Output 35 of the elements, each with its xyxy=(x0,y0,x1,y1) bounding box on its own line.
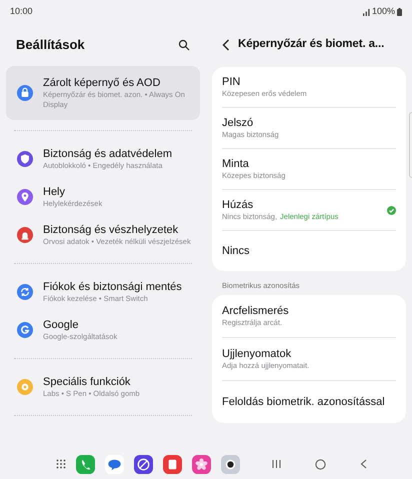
phone-app-icon[interactable] xyxy=(76,454,95,474)
item-title: Biztonság és vészhelyzetek xyxy=(43,223,180,237)
option-title: PIN xyxy=(222,75,242,89)
camera-app-icon[interactable] xyxy=(221,454,240,474)
option-title: Húzás xyxy=(222,198,254,212)
item-title: Google xyxy=(43,318,80,332)
option-title: Ujjlenyomatok xyxy=(222,347,292,362)
battery-icon xyxy=(397,8,402,16)
settings-title: Beállítások xyxy=(16,36,85,54)
home-icon[interactable] xyxy=(315,458,326,470)
back-icon[interactable] xyxy=(222,39,230,51)
option-title: Feloldás biometrik. azonosítással xyxy=(222,395,386,410)
signal-icon xyxy=(362,8,370,16)
search-icon[interactable] xyxy=(178,39,190,51)
option-title: Nincs xyxy=(222,244,250,258)
status-time: 10:00 xyxy=(10,5,33,18)
item-title: Fiókok és biztonsági mentés xyxy=(43,280,182,294)
biometric-option[interactable]: Feloldás biometrik. azonosítással xyxy=(212,381,406,424)
item-title: Hely xyxy=(43,185,66,199)
lock-type-option[interactable]: Nincs xyxy=(212,231,406,271)
option-title: Minta xyxy=(222,157,250,171)
item-title: Zárolt képernyő és AOD xyxy=(43,76,162,90)
apps-grid-icon[interactable] xyxy=(56,459,66,469)
recents-icon[interactable] xyxy=(272,459,281,469)
option-title: Arcfelismerés xyxy=(222,304,290,318)
chat-app-icon[interactable] xyxy=(105,454,124,474)
scrollbar[interactable] xyxy=(409,112,412,178)
back-nav-icon[interactable] xyxy=(360,459,367,469)
notes-app-icon[interactable] xyxy=(163,454,182,474)
item-title: Speciális funkciók xyxy=(43,375,132,389)
detail-title: Képernyőzár és biomet. a... xyxy=(238,37,384,52)
flower-app-icon[interactable] xyxy=(192,454,211,474)
option-title: Jelszó xyxy=(222,116,254,130)
battery-percent: 100% xyxy=(372,5,395,18)
item-title: Biztonság és adatvédelem xyxy=(43,147,172,161)
